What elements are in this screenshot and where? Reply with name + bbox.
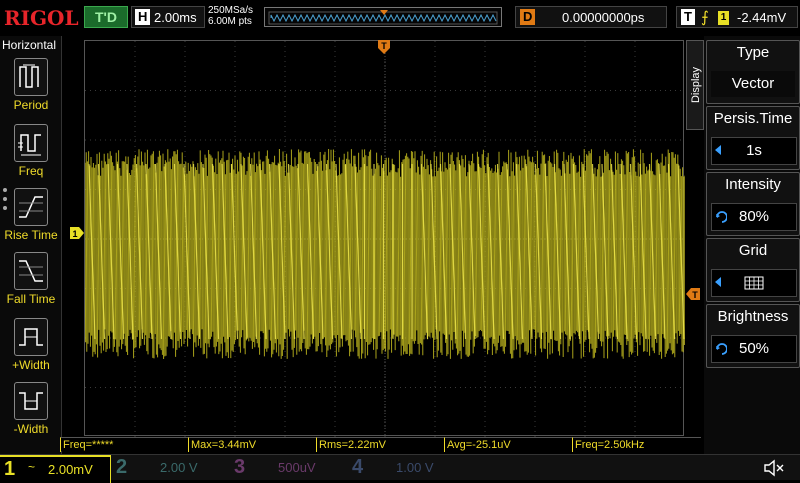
measure-menu-title: Horizontal (2, 38, 57, 52)
memory-depth: 6.00M pts (208, 16, 252, 27)
grid-title: Grid (738, 242, 768, 259)
channel-4-number: 4 (352, 456, 364, 478)
menu-scroll-indicator (3, 188, 9, 215)
trigger-label: T (681, 9, 695, 25)
horizontal-label: H (135, 9, 151, 25)
intensity-value: 80% (711, 203, 797, 231)
positive-width-icon (14, 318, 48, 356)
channel-3-scale: 500uV (278, 460, 316, 475)
acquisition-info: 250MSa/s 6.00M pts (208, 5, 253, 27)
ch1-offset-marker[interactable]: 1 (70, 226, 84, 239)
left-arrow-icon (715, 277, 721, 287)
rotary-knob-icon (716, 211, 727, 223)
trigger-status-badge: T'D (84, 6, 128, 28)
channel-1-status[interactable]: 1 ~ 2.00mV (0, 455, 111, 483)
trigger-level-text: T (692, 290, 698, 300)
persistence-time-value: 1s (711, 137, 797, 165)
delay-label: D (520, 9, 536, 25)
trigger-source: 1 (718, 11, 729, 25)
ch1-marker-text: 1 (72, 229, 77, 239)
channel-2-number: 2 (116, 456, 128, 478)
type-title: Type (736, 44, 770, 61)
measurement-bar: Freq=***** Max=3.44mV Rms=2.22mV Avg=-25… (60, 437, 701, 452)
measurement-freq-1[interactable]: Freq=***** (60, 437, 189, 452)
left-arrow-icon (715, 145, 721, 155)
channel-4-status[interactable]: 4 1.00 V (348, 455, 460, 481)
rise-time-icon (14, 188, 48, 226)
trigger-position-text: T (381, 41, 387, 51)
horizontal-scale-value: 2.00ms (154, 10, 197, 25)
waveform-grid (85, 41, 685, 437)
intensity-title: Intensity (725, 176, 781, 193)
sample-rate: 250MSa/s (208, 5, 254, 16)
measurement-max[interactable]: Max=3.44mV (188, 437, 317, 452)
rising-edge-icon: ⨍ (701, 9, 709, 26)
channel-2-scale: 2.00 V (160, 460, 198, 475)
period-label: Period (13, 98, 49, 112)
channel-status-bar: 1 ~ 2.00mV 2 2.00 V 3 500uV 4 1.00 V (0, 454, 800, 483)
brightness-softkey[interactable]: Brightness 50% (706, 304, 800, 368)
fall-time-label: Fall Time (6, 292, 56, 306)
period-icon (14, 58, 48, 96)
channel-1-scale: 2.00mV (48, 462, 93, 477)
display-tab-label: Display (690, 66, 702, 104)
memory-waveform-preview (268, 10, 498, 25)
brightness-title: Brightness (717, 308, 789, 325)
freq-icon (14, 124, 48, 162)
grid-softkey[interactable]: Grid (706, 238, 800, 302)
trigger-box[interactable]: T ⨍ 1 -2.44mV (676, 6, 798, 28)
waveform-display[interactable] (84, 40, 685, 437)
ac-coupling-icon: ~ (28, 460, 36, 474)
grid-value (711, 269, 797, 297)
trigger-level-value: -2.44mV (737, 10, 787, 25)
brand-logo: RIGOL (4, 6, 79, 30)
display-menu-tab[interactable]: Display (686, 40, 704, 130)
intensity-softkey[interactable]: Intensity 80% (706, 172, 800, 236)
channel-1-number: 1 (4, 458, 16, 480)
freq-label: Freq (18, 164, 44, 178)
measurement-avg[interactable]: Avg=-25.1uV (444, 437, 573, 452)
horizontal-scale-box[interactable]: H 2.00ms (131, 6, 205, 28)
speaker-muted-icon[interactable] (762, 458, 786, 478)
persistence-time-title: Persis.Time (713, 110, 793, 127)
positive-width-label: +Width (12, 358, 50, 372)
delay-box[interactable]: D 0.00000000ps (515, 6, 667, 28)
memory-overview-strip[interactable] (264, 7, 502, 27)
measurement-freq-2[interactable]: Freq=2.50kHz (572, 437, 701, 452)
channel-2-status[interactable]: 2 2.00 V (112, 455, 224, 481)
channel-3-status[interactable]: 3 500uV (230, 455, 342, 481)
measurement-rms[interactable]: Rms=2.22mV (316, 437, 445, 452)
rise-time-label: Rise Time (4, 228, 58, 242)
trigger-position-marker[interactable]: T (378, 40, 390, 54)
channel-4-scale: 1.00 V (396, 460, 434, 475)
type-softkey[interactable]: Type Vector (706, 40, 800, 104)
negative-width-label: -Width (13, 422, 49, 436)
fall-time-icon (14, 252, 48, 290)
negative-width-icon (14, 382, 48, 420)
persistence-time-softkey[interactable]: Persis.Time 1s (706, 106, 800, 170)
trigger-level-marker[interactable]: T (686, 287, 700, 300)
channel-3-number: 3 (234, 456, 246, 478)
rotary-knob-icon (716, 343, 727, 355)
full-grid-icon (744, 276, 764, 290)
type-value: Vector (711, 71, 795, 97)
delay-value: 0.00000000ps (562, 10, 645, 25)
brightness-value: 50% (711, 335, 797, 363)
